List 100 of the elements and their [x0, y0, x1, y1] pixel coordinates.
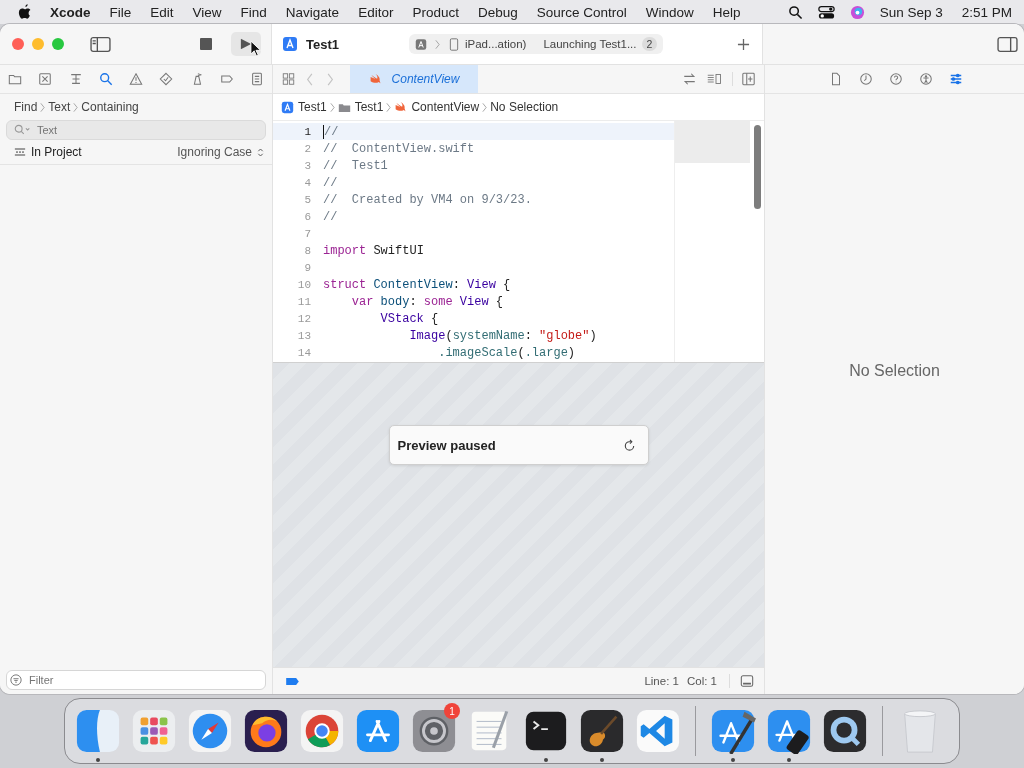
chevron-right-icon: [40, 101, 46, 113]
code-token: :: [452, 277, 461, 292]
tablet-icon[interactable]: [448, 37, 460, 51]
swap-arrows-icon[interactable]: [682, 72, 697, 86]
scope-selector[interactable]: In Project: [31, 145, 82, 159]
clock-icon[interactable]: [859, 72, 873, 86]
menu-item[interactable]: Editor: [358, 4, 394, 20]
code-token: View: [467, 277, 496, 292]
help-icon[interactable]: [889, 72, 903, 86]
line-number: 12: [296, 312, 311, 325]
project-title: Test1: [306, 36, 339, 52]
destination-label[interactable]: iPad...ation): [465, 38, 527, 50]
up-down-chevron-icon[interactable]: [257, 146, 264, 158]
code-token: some: [423, 294, 453, 309]
app-menu[interactable]: Xcode: [50, 4, 91, 20]
menu-item[interactable]: Find: [240, 4, 267, 20]
code-token: Image: [408, 328, 446, 343]
guitar-icon[interactable]: [579, 708, 625, 754]
app-icon[interactable]: [415, 37, 427, 51]
column-indicator: Col: 1: [686, 675, 717, 687]
code-token: ): [589, 328, 597, 343]
filter-icon[interactable]: [10, 674, 22, 686]
code-token: // ContentView.swift: [323, 141, 475, 156]
menu-item[interactable]: File: [109, 4, 132, 20]
list-icon[interactable]: [250, 72, 264, 86]
tag-icon[interactable]: [285, 676, 300, 686]
jump-bar-item[interactable]: Test1: [298, 100, 327, 114]
apple-logo-icon[interactable]: [18, 4, 32, 20]
filter-field[interactable]: Filter: [6, 670, 266, 690]
close-button[interactable]: [12, 38, 24, 50]
line-number: 2: [303, 142, 311, 155]
hierarchy-icon[interactable]: [68, 72, 83, 86]
refresh-icon[interactable]: [622, 438, 636, 452]
fox-globe-icon[interactable]: [243, 708, 289, 754]
diamond-check-icon[interactable]: [159, 72, 174, 86]
add-icon[interactable]: [737, 37, 750, 51]
grid-icon[interactable]: [281, 72, 296, 86]
accessibility-icon[interactable]: [919, 72, 933, 86]
compass-icon[interactable]: [187, 708, 233, 754]
find-mode-item[interactable]: Text: [48, 100, 71, 114]
search-field[interactable]: Text: [6, 120, 266, 140]
find-mode-item[interactable]: Find: [14, 100, 38, 114]
code-token: {: [502, 277, 511, 292]
colorful-orb-icon[interactable]: [848, 4, 866, 20]
inspector-toggle-icon[interactable]: [997, 35, 1018, 53]
sliders-icon[interactable]: [949, 72, 963, 86]
menu-item[interactable]: Debug: [477, 4, 518, 20]
chevron-right-icon: [73, 101, 79, 113]
line-number: 9: [303, 261, 311, 274]
sidebar-toggle-icon[interactable]: [90, 35, 111, 53]
q-lens-icon[interactable]: [822, 708, 868, 754]
date-text[interactable]: Sun Sep 3: [879, 4, 943, 20]
menu-item[interactable]: Product: [412, 4, 459, 20]
code-token: // Created by VM4 on 9/3/23.: [323, 192, 532, 207]
menu-item[interactable]: Navigate: [285, 4, 340, 20]
scheme-bar[interactable]: iPad...ation) Launching Test1... 2: [409, 34, 664, 54]
code-token: SwiftUI: [372, 243, 424, 258]
menu-item[interactable]: Help: [712, 4, 741, 20]
jump-bar-item[interactable]: ContentView: [411, 100, 480, 114]
folder-icon[interactable]: [8, 72, 22, 86]
jump-bar-item[interactable]: Test1: [354, 100, 384, 114]
crossed-box-icon[interactable]: [38, 72, 53, 86]
warning-icon[interactable]: [129, 72, 143, 86]
gear-icon[interactable]: [411, 708, 457, 754]
line-number: 8: [303, 244, 311, 257]
letter-a-icon[interactable]: [355, 708, 401, 754]
app-grid-icon[interactable]: [131, 708, 177, 754]
menu-item[interactable]: View: [192, 4, 222, 20]
case-selector[interactable]: Ignoring Case: [177, 145, 252, 159]
code-bracket-icon[interactable]: [635, 708, 681, 754]
menu-item[interactable]: Source Control: [536, 4, 627, 20]
add-editor-icon[interactable]: [732, 72, 756, 86]
list-panel-icon[interactable]: [707, 72, 722, 86]
play-icon: [240, 38, 252, 50]
blueprint-phone-icon[interactable]: [766, 708, 812, 754]
code-token: ): [567, 345, 576, 360]
toggle-switches-icon[interactable]: [817, 4, 835, 20]
stop-icon: [200, 38, 212, 50]
text-cursor: [323, 124, 324, 139]
code-token: //: [323, 209, 338, 224]
search-icon[interactable]: [786, 4, 804, 20]
file-tab[interactable]: ContentView: [350, 65, 478, 93]
split-square-icon[interactable]: [75, 708, 121, 754]
line-number: 14: [296, 346, 311, 359]
menu-item[interactable]: Edit: [150, 4, 174, 20]
zoom-button[interactable]: [52, 38, 64, 50]
jump-bar-item[interactable]: No Selection: [490, 100, 559, 114]
code-token: (: [517, 345, 525, 360]
bottom-panel-icon[interactable]: [729, 674, 754, 688]
time-text[interactable]: 2:51 PM: [961, 4, 1012, 20]
scrollbar-thumb[interactable]: [753, 125, 761, 209]
activity-status: Launching Test1...: [543, 38, 637, 50]
menu-item[interactable]: Window: [645, 4, 694, 20]
tag-icon[interactable]: [219, 72, 234, 86]
code-token: import: [323, 243, 367, 258]
activity-count[interactable]: 2: [641, 37, 658, 51]
find-mode-item[interactable]: Containing: [81, 100, 139, 114]
scope-icon[interactable]: [14, 147, 26, 157]
hammer-blueprint-icon[interactable]: [710, 708, 756, 754]
file-icon[interactable]: [829, 72, 843, 86]
